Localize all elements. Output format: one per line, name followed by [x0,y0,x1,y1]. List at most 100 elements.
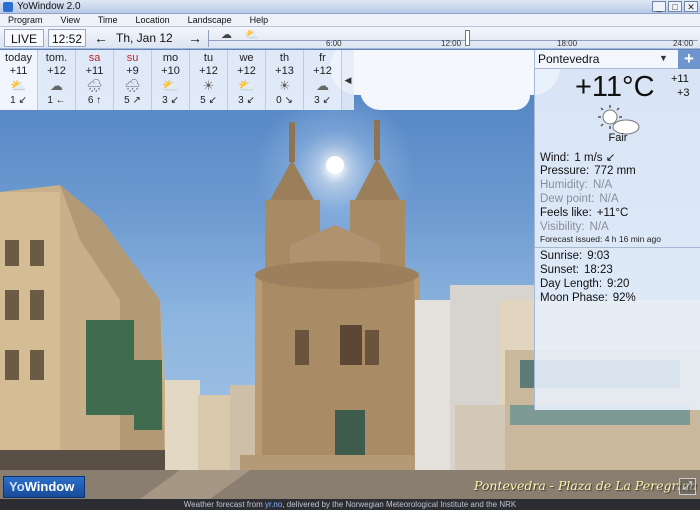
timeline-label-18: 18:00 [557,39,578,48]
forecast-day-name: th [279,52,290,64]
humidity-row: Humidity: N/A [540,179,612,191]
visibility-value: N/A [589,221,609,233]
rain-cloud-icon: 🌧 [124,78,141,93]
menu-program[interactable]: Program [8,15,43,25]
weather-info-panel: Pontevedra ▼ + +11°C +11 +3 Fair Wind: 1 … [534,50,700,410]
menu-landscape[interactable]: Landscape [188,15,232,25]
logo-yo: Yo [9,479,25,494]
next-day-button[interactable]: → [186,29,204,47]
moon-phase-row: Moon Phase: 92% [540,292,636,304]
panel-divider [535,247,700,248]
current-date: Th, Jan 12 [116,31,173,45]
sun-cloud-icon: ⛅ [10,78,27,93]
dew-point-label: Dew point: [540,193,595,205]
forecast-day[interactable]: tom. +12 ☁ 1 ← [38,50,76,110]
humidity-value: N/A [592,179,613,191]
add-location-button[interactable]: + [678,50,700,69]
moon-phase-label: Moon Phase: [540,292,608,304]
forecast-wind: 3 ↙ [238,95,255,106]
sunrise-cloud-icon: ☁ [221,29,232,41]
visibility-row: Visibility: N/A [540,221,609,233]
location-caption: Pontevedra - Plaza de La Peregrina [474,478,698,493]
dew-point-value: N/A [599,193,619,205]
sun-cloud-icon: ⛅ [162,78,179,93]
forecast-day-name: fr [319,52,326,64]
humidity-label: Humidity: [540,179,588,191]
window-controls: _ □ ✕ [652,1,698,12]
forecast-wind: 3 ↙ [162,95,179,106]
forecast-day[interactable]: th +13 ☀ 0 ↘ [266,50,304,110]
window-title: YoWindow 2.0 [17,1,81,12]
close-button[interactable]: ✕ [684,1,698,12]
status-text-a: Weather forecast from [183,500,265,509]
collapse-forecast-arrow-icon[interactable]: ◀ [342,50,354,110]
forecast-temp: +13 [275,65,294,77]
forecast-day[interactable]: fr +12 ☁ 3 ↙ [304,50,342,110]
sunrise-label: Sunrise: [540,250,583,262]
cloud-icon: ☁ [316,78,329,93]
yr-no-link[interactable]: yr.no [265,500,282,509]
sun-cloud-icon: ⛅ [238,78,255,93]
feels-like-value: +11°C [596,207,629,219]
forecast-temp: +12 [237,65,256,77]
forecast-temp: +12 [313,65,332,77]
forecast-day-name: tu [203,52,214,64]
wind-value: 1 m/s ↙ [574,152,616,164]
condition-text: Fair [608,132,628,144]
yowindow-logo[interactable]: YoWindow [3,476,85,498]
live-button[interactable]: LIVE [4,29,44,47]
time-slider-handle[interactable] [465,30,470,46]
forecast-wind: 1 ← [47,95,66,106]
forecast-temp: +10 [161,65,180,77]
forecast-temp: +9 [126,65,139,77]
menu-bar: Program View Time Location Landscape Hel… [0,14,700,27]
forecast-issued: Forecast issued: 4 h 16 min ago [540,234,661,244]
chevron-down-icon[interactable]: ▼ [659,53,668,63]
day-length-row: Day Length: 9:20 [540,278,629,290]
feels-like-label: Feels like: [540,207,592,219]
sunrise-value: 9:03 [587,250,610,262]
moon-phase-value: 92% [612,292,636,304]
forecast-strip: today +11 ⛅ 1 ↙ tom. +12 ☁ 1 ← sa +11 🌧 … [0,50,356,110]
pressure-row: Pressure: 772 mm [540,165,636,177]
minimize-button[interactable]: _ [652,1,666,12]
forecast-day-name: we [239,52,254,64]
menu-view[interactable]: View [61,15,80,25]
forecast-wind: 5 ↙ [200,95,217,106]
current-time[interactable]: 12:52 [48,29,86,47]
sun-cloud-icon: ⛅ [245,29,259,41]
forecast-wind: 5 ↗ [124,95,141,106]
location-header: Pontevedra ▼ + [535,50,700,69]
pressure-label: Pressure: [540,165,590,177]
forecast-day-name: sa [88,52,101,64]
day-length-label: Day Length: [540,278,603,290]
forecast-day[interactable]: sa +11 🌧 6 ↑ [76,50,114,110]
high-temperature: +11 [671,73,689,85]
location-name[interactable]: Pontevedra [538,52,599,66]
maximize-button[interactable]: □ [668,1,682,12]
toolbar: LIVE 12:52 ← Th, Jan 12 → ☁ ⛅ 6:00 12:00… [0,27,700,49]
forecast-day-name: tom. [45,52,68,64]
timeline-label-6: 6:00 [326,39,342,48]
menu-time[interactable]: Time [98,15,118,25]
menu-help[interactable]: Help [250,15,269,25]
forecast-day[interactable]: tu +12 ☀ 5 ↙ [190,50,228,110]
forecast-day[interactable]: mo +10 ⛅ 3 ↙ [152,50,190,110]
current-temperature: +11°C [575,71,655,103]
forecast-temp: +12 [199,65,218,77]
time-slider[interactable]: ☁ ⛅ 6:00 12:00 18:00 24:00 [208,29,698,48]
forecast-temp: +11 [85,65,104,77]
forecast-day-name: mo [162,52,179,64]
fullscreen-icon[interactable]: ⤢ [679,478,696,495]
timeline-label-12: 12:00 [441,39,462,48]
forecast-day[interactable]: today +11 ⛅ 1 ↙ [0,50,38,110]
forecast-day[interactable]: su +9 🌧 5 ↗ [114,50,152,110]
forecast-day-name: today [5,52,32,64]
previous-day-button[interactable]: ← [92,29,110,47]
logo-window: Window [24,479,75,494]
status-bar: Weather forecast from yr.no, delivered b… [0,499,700,510]
forecast-wind: 1 ↙ [10,95,27,106]
menu-location[interactable]: Location [136,15,170,25]
forecast-day[interactable]: we +12 ⛅ 3 ↙ [228,50,266,110]
forecast-wind: 0 ↘ [276,95,293,106]
